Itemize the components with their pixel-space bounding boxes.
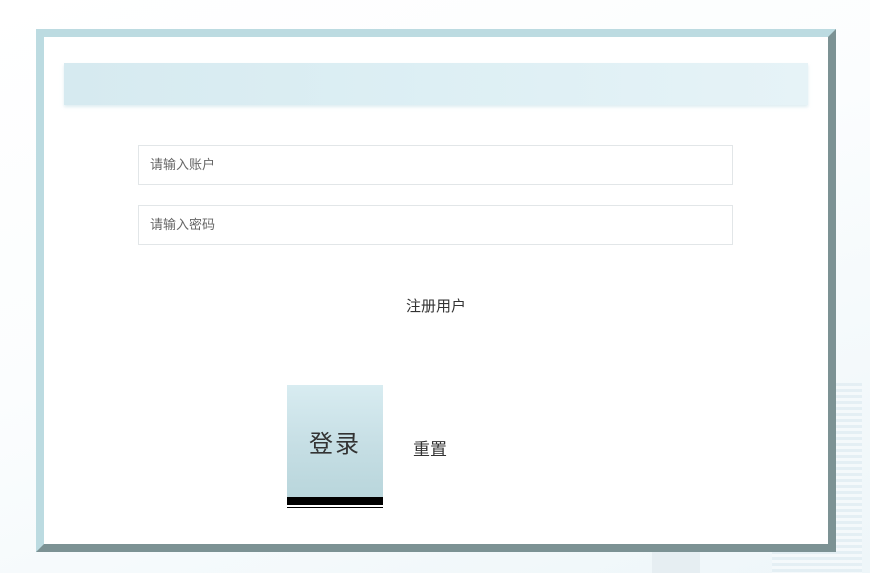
register-user-link[interactable]: 注册用户 [44,295,828,316]
account-input[interactable] [138,145,733,185]
login-header-band [64,63,808,105]
login-button[interactable]: 登录 [287,385,383,508]
login-panel: 注册用户 登录 重置 [36,29,836,552]
password-input[interactable] [138,205,733,245]
reset-button[interactable]: 重置 [404,435,456,460]
